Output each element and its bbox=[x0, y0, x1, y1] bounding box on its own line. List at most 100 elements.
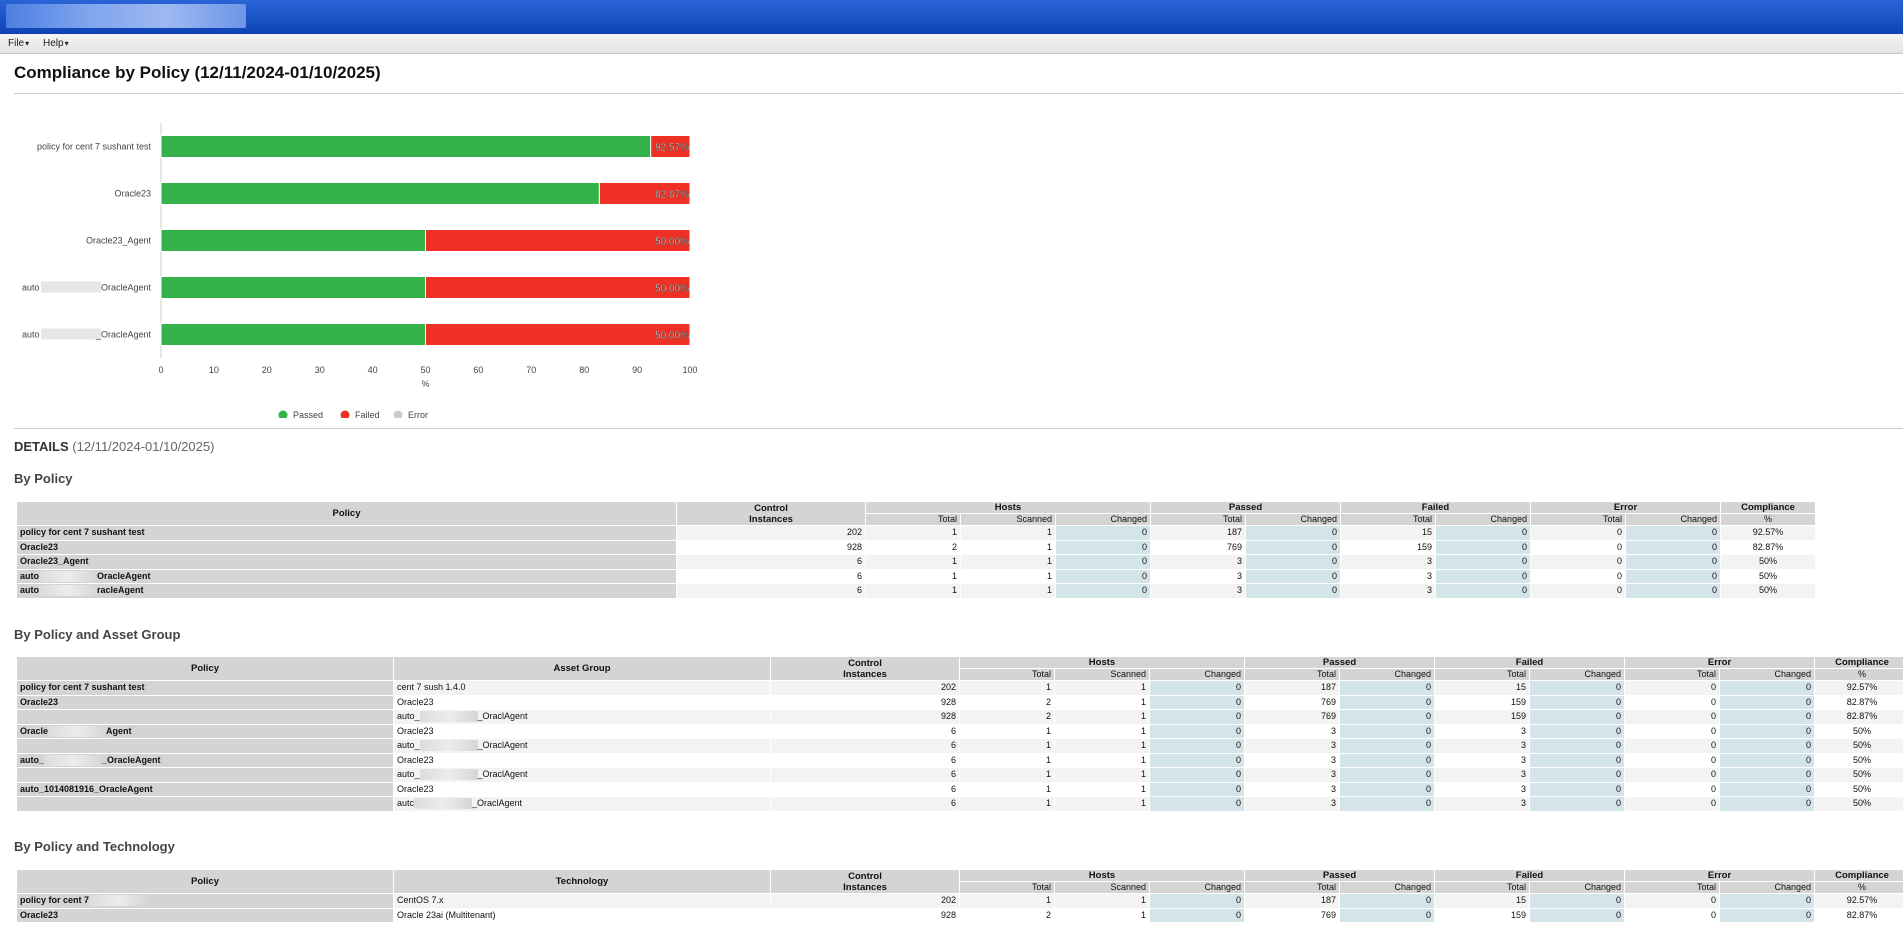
hosts-changed-cell: 0 bbox=[1150, 782, 1245, 797]
subheader-scanned: Scanned bbox=[961, 514, 1056, 526]
error-total-cell: 0 bbox=[1625, 739, 1720, 754]
hosts-changed-cell: 0 bbox=[1150, 797, 1245, 812]
col-header-control-instances: ControlInstances bbox=[771, 657, 960, 681]
passed-changed-cell: 0 bbox=[1246, 526, 1341, 541]
failed-total-cell: 159 bbox=[1435, 710, 1530, 725]
x-tick-label: 50 bbox=[420, 365, 430, 375]
asset-group-cell: auto__OraclAgent bbox=[394, 710, 771, 725]
compliance-cell: 50% bbox=[1815, 724, 1903, 739]
failed-changed-cell: 0 bbox=[1530, 768, 1625, 783]
asset-group-cell: Oracle23 bbox=[394, 724, 771, 739]
data-label: 82.87% bbox=[655, 190, 689, 201]
failed-total-cell: 3 bbox=[1435, 724, 1530, 739]
failed-total-cell: 3 bbox=[1435, 753, 1530, 768]
technology-cell: CentOS 7.x bbox=[394, 894, 771, 909]
subheader-changed: Changed bbox=[1530, 882, 1625, 894]
hosts-total-cell: 2 bbox=[866, 540, 961, 555]
table-row: auto__OraclAgent928210769015900082.87% bbox=[17, 710, 1903, 725]
file-menu[interactable]: File▾ bbox=[8, 38, 29, 49]
control-instances-cell: 202 bbox=[677, 526, 866, 541]
hosts-changed-cell: 0 bbox=[1150, 908, 1245, 923]
table-row: Oracle23Oracle 23ai (Multitenant)9282107… bbox=[17, 908, 1903, 923]
failed-total-cell: 3 bbox=[1435, 739, 1530, 754]
hosts-changed-cell: 0 bbox=[1056, 540, 1151, 555]
hosts-scanned-cell: 1 bbox=[1055, 695, 1150, 710]
subheader-percent: % bbox=[1721, 514, 1816, 526]
x-tick-label: 30 bbox=[315, 365, 325, 375]
title-bar bbox=[0, 0, 1903, 34]
hosts-changed-cell: 0 bbox=[1056, 555, 1151, 570]
hosts-changed-cell: 0 bbox=[1150, 753, 1245, 768]
error-changed-cell: 0 bbox=[1720, 681, 1815, 696]
error-changed-cell: 0 bbox=[1626, 569, 1721, 584]
policy-cell: Oracle23 bbox=[17, 695, 394, 710]
failed-total-cell: 3 bbox=[1435, 782, 1530, 797]
header-line: Control bbox=[679, 503, 863, 514]
category-label-suffix: _OracleAgent bbox=[95, 330, 152, 340]
text-prefix: auto_ bbox=[397, 740, 420, 750]
control-instances-cell: 6 bbox=[677, 555, 866, 570]
help-menu[interactable]: Help▾ bbox=[43, 38, 69, 49]
legend-label-passed: Passed bbox=[293, 410, 323, 418]
category-label-prefix: auto bbox=[22, 283, 40, 293]
asset-group-cell: auto__OraclAgent bbox=[394, 739, 771, 754]
col-header-policy: Policy bbox=[17, 657, 394, 681]
text-prefix: Oracle bbox=[20, 726, 48, 736]
hosts-scanned-cell: 1 bbox=[1055, 908, 1150, 923]
compliance-cell: 82.87% bbox=[1815, 710, 1903, 725]
failed-changed-cell: 0 bbox=[1436, 526, 1531, 541]
category-label: policy for cent 7 sushant test bbox=[37, 142, 152, 152]
col-header-asset-group: Asset Group bbox=[394, 657, 771, 681]
subheader-changed: Changed bbox=[1436, 514, 1531, 526]
text-suffix: _OracleAgent bbox=[102, 755, 161, 765]
hosts-changed-cell: 0 bbox=[1150, 724, 1245, 739]
table-row: Oracle23Oracle23928210769015900082.87% bbox=[17, 695, 1903, 710]
legend-marker-failed bbox=[341, 411, 350, 419]
subheader-total: Total bbox=[1625, 882, 1720, 894]
compliance-cell: 50% bbox=[1721, 584, 1816, 599]
hosts-scanned-cell: 1 bbox=[1055, 753, 1150, 768]
failed-changed-cell: 0 bbox=[1530, 710, 1625, 725]
subheader-total: Total bbox=[1245, 669, 1340, 681]
control-instances-cell: 6 bbox=[771, 724, 960, 739]
error-total-cell: 0 bbox=[1625, 710, 1720, 725]
asset-group-cell: Oracle23 bbox=[394, 753, 771, 768]
error-total-cell: 0 bbox=[1625, 695, 1720, 710]
table-row: OracleAgentOracle23611030300050% bbox=[17, 724, 1903, 739]
subheader-total: Total bbox=[1151, 514, 1246, 526]
passed-changed-cell: 0 bbox=[1340, 695, 1435, 710]
passed-total-cell: 769 bbox=[1245, 710, 1340, 725]
control-instances-cell: 6 bbox=[677, 569, 866, 584]
hosts-changed-cell: 0 bbox=[1150, 695, 1245, 710]
redacted-block bbox=[48, 726, 106, 737]
hosts-scanned-cell: 1 bbox=[1055, 894, 1150, 909]
failed-total-cell: 159 bbox=[1341, 540, 1436, 555]
passed-total-cell: 187 bbox=[1245, 894, 1340, 909]
hosts-total-cell: 2 bbox=[960, 710, 1055, 725]
hosts-total-cell: 1 bbox=[960, 894, 1055, 909]
data-label: 50.00% bbox=[655, 331, 689, 342]
col-header-policy: Policy bbox=[17, 502, 677, 526]
redacted-block bbox=[420, 769, 478, 780]
subheader-changed: Changed bbox=[1340, 882, 1435, 894]
x-tick-label: 40 bbox=[368, 365, 378, 375]
hosts-scanned-cell: 1 bbox=[961, 540, 1056, 555]
subheader-percent: % bbox=[1815, 882, 1903, 894]
subheader-total: Total bbox=[1435, 882, 1530, 894]
chevron-down-icon: ▾ bbox=[25, 39, 29, 48]
text-prefix: auto bbox=[20, 585, 39, 595]
table-row: autoracleAgent611030300050% bbox=[17, 584, 1903, 599]
failed-changed-cell: 0 bbox=[1530, 695, 1625, 710]
col-header-hosts: Hosts bbox=[866, 502, 1151, 514]
error-total-cell: 0 bbox=[1625, 768, 1720, 783]
hosts-scanned-cell: 1 bbox=[1055, 681, 1150, 696]
hosts-total-cell: 1 bbox=[960, 724, 1055, 739]
col-header-compliance: Compliance bbox=[1815, 657, 1903, 669]
asset-group-cell: cent 7 sush 1.4.0 bbox=[394, 681, 771, 696]
hosts-scanned-cell: 1 bbox=[1055, 797, 1150, 812]
file-menu-label: File bbox=[8, 38, 24, 49]
hosts-scanned-cell: 1 bbox=[961, 555, 1056, 570]
passed-total-cell: 3 bbox=[1151, 584, 1246, 599]
policy-cell: policy for cent 7 sushant test bbox=[17, 526, 677, 541]
failed-changed-cell: 0 bbox=[1530, 894, 1625, 909]
